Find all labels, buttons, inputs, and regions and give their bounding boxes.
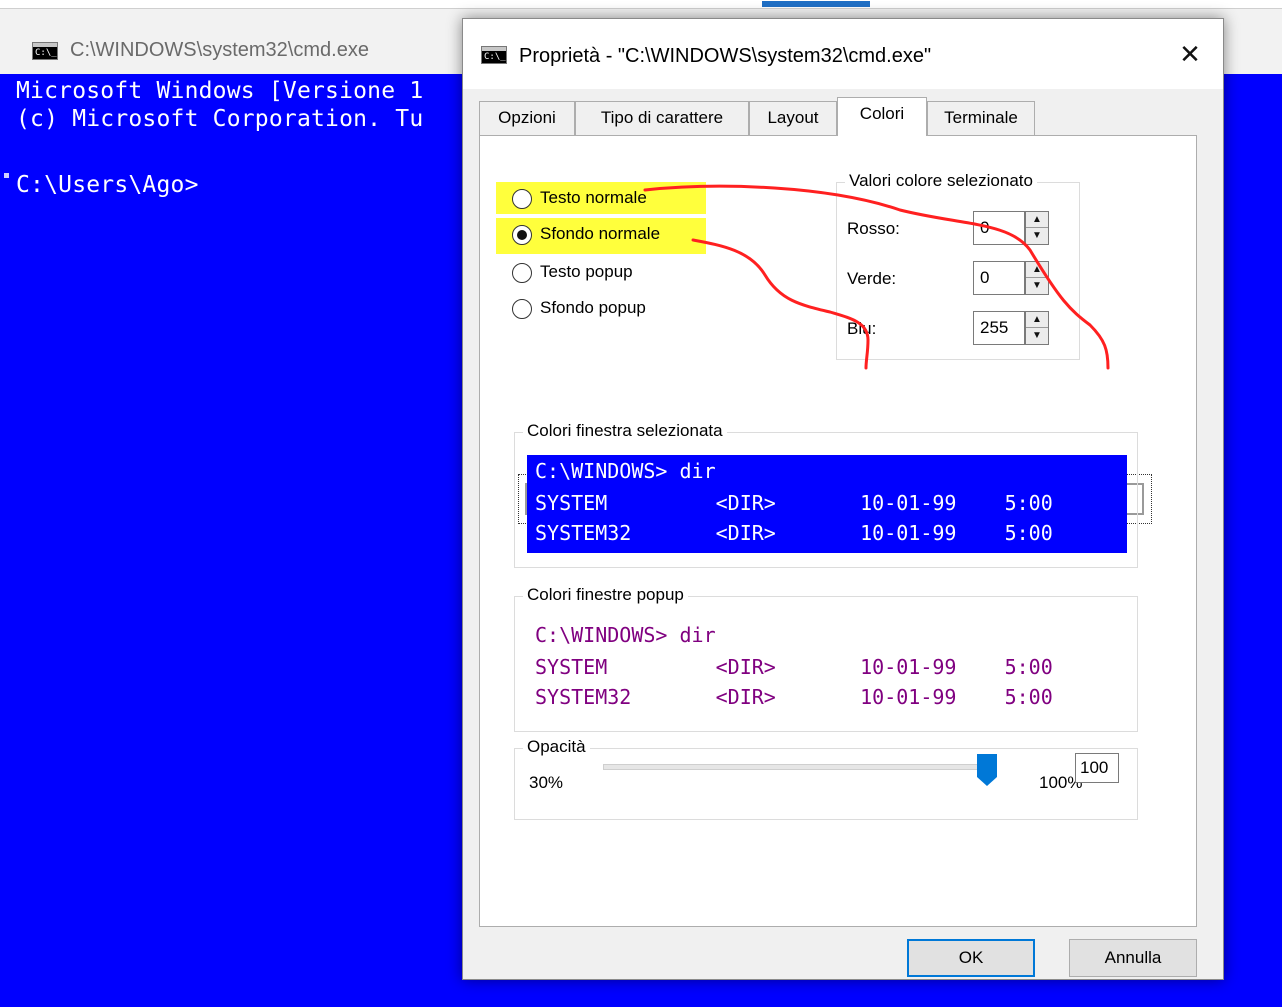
console-line: Microsoft Windows [Versione 1 <box>16 78 424 104</box>
green-label: Verde: <box>847 269 897 288</box>
red-label: Rosso: <box>847 219 900 238</box>
radio-button[interactable] <box>512 263 532 283</box>
dialog-titlebar[interactable]: Proprietà - "C:\WINDOWS\system32\cmd.exe… <box>463 19 1223 89</box>
preview-line: SYSTEM <DIR> 10-01-99 5:00 <box>535 655 1053 679</box>
radio-dot <box>517 230 527 240</box>
cmd-icon <box>32 42 58 60</box>
tab-bar: Opzioni Tipo di carattere Layout Colori … <box>479 97 1199 136</box>
blue-spinner[interactable]: ▲ ▼ <box>1025 311 1049 345</box>
red-spinner[interactable]: ▲ ▼ <box>1025 211 1049 245</box>
radio-button[interactable] <box>512 225 532 245</box>
preview-line: C:\WINDOWS> dir <box>535 623 716 647</box>
opacity-slider-track[interactable] <box>603 764 993 770</box>
window-preview: C:\WINDOWS> dir SYSTEM <DIR> 10-01-99 5:… <box>527 455 1127 553</box>
tab-layout[interactable]: Layout <box>749 101 837 135</box>
popup-preview: C:\WINDOWS> dir SYSTEM <DIR> 10-01-99 5:… <box>527 619 1127 717</box>
green-spinner[interactable]: ▲ ▼ <box>1025 261 1049 295</box>
preview-line: SYSTEM <DIR> 10-01-99 5:00 <box>535 491 1053 515</box>
green-input[interactable]: 0 <box>973 261 1025 295</box>
cmd-icon <box>481 46 507 64</box>
group-label: Colori finestra selezionata <box>523 421 727 441</box>
opacity-slider-thumb[interactable] <box>976 753 998 787</box>
group-label: Opacità <box>523 737 590 757</box>
preview-line: C:\WINDOWS> dir <box>535 459 716 483</box>
radio-sfondo-normale[interactable]: Sfondo normale <box>512 222 692 250</box>
cancel-button[interactable]: Annulla <box>1069 939 1197 977</box>
preview-line: SYSTEM32 <DIR> 10-01-99 5:00 <box>535 521 1053 545</box>
colors-panel: Testo normale Sfondo normale Testo popup… <box>479 135 1197 927</box>
blue-input[interactable]: 255 <box>973 311 1025 345</box>
radio-label: Testo normale <box>540 188 647 207</box>
red-input[interactable]: 0 <box>973 211 1025 245</box>
radio-label: Sfondo normale <box>540 224 661 243</box>
radio-sfondo-popup[interactable]: Sfondo popup <box>512 296 692 324</box>
close-icon[interactable]: ✕ <box>1175 39 1205 69</box>
console-edge-mark <box>4 173 9 178</box>
opacity-value-input[interactable]: 100 <box>1075 753 1119 783</box>
radio-button[interactable] <box>512 299 532 319</box>
group-label: Colori finestre popup <box>523 585 688 605</box>
group-label: Valori colore selezionato <box>845 171 1037 191</box>
tab-terminale[interactable]: Terminale <box>927 101 1035 135</box>
radio-testo-normale[interactable]: Testo normale <box>512 186 692 214</box>
console-window-title: C:\WINDOWS\system32\cmd.exe <box>70 39 369 61</box>
popup-preview-group: Colori finestre popup C:\WINDOWS> dir SY… <box>514 585 1138 732</box>
console-prompt: C:\Users\Ago> <box>16 172 199 198</box>
radio-button[interactable] <box>512 189 532 209</box>
opacity-min-label: 30% <box>529 773 564 792</box>
preview-line: SYSTEM32 <DIR> 10-01-99 5:00 <box>535 685 1053 709</box>
radio-label: Testo popup <box>540 262 633 281</box>
window-preview-group: Colori finestra selezionata C:\WINDOWS> … <box>514 421 1138 568</box>
radio-testo-popup[interactable]: Testo popup <box>512 260 692 288</box>
selected-values-group: Valori colore selezionato Rosso: 0 ▲ ▼ Ve… <box>836 171 1080 360</box>
opacity-group: Opacità 30% 100% <box>514 737 1138 820</box>
blue-label: Blu: <box>847 319 877 338</box>
tab-colori[interactable]: Colori <box>837 97 927 136</box>
dialog-title: Proprietà - "C:\WINDOWS\system32\cmd.exe… <box>519 45 932 67</box>
ok-button[interactable]: OK <box>907 939 1035 977</box>
tab-opzioni[interactable]: Opzioni <box>479 101 575 135</box>
console-line: (c) Microsoft Corporation. Tu <box>16 106 424 132</box>
radio-label: Sfondo popup <box>540 298 646 317</box>
taskbar-accent <box>762 1 870 7</box>
properties-dialog: Proprietà - "C:\WINDOWS\system32\cmd.exe… <box>462 18 1224 980</box>
tab-tipo-di-carattere[interactable]: Tipo di carattere <box>575 101 749 135</box>
